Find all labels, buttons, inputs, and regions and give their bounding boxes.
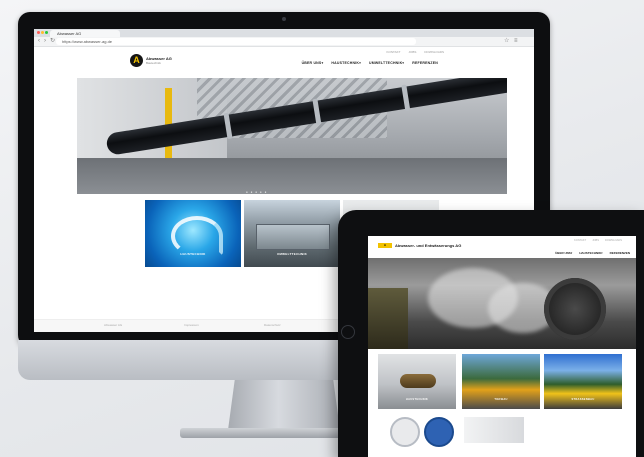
top-link[interactable]: DOWNLOADS: [605, 239, 622, 242]
brand-subtitle: Bautechnik: [146, 61, 161, 65]
tile-label: HAUSTECHNIK: [180, 252, 206, 256]
footer-item: Abwasser AG: [104, 323, 123, 327]
browser-tab-title: Abwasser AG: [57, 31, 82, 36]
ipad-device: KONTAKT JOBS DOWNLOADS A Abwasser- und E…: [338, 210, 644, 457]
tile-label: TIEFBAU: [494, 398, 508, 401]
ipad-hero-slider[interactable]: [368, 258, 636, 349]
top-link[interactable]: JOBS: [408, 50, 416, 54]
pipe-clamp: [223, 112, 233, 140]
tile-umwelttechnik[interactable]: UMWELTTECHNIK: [244, 200, 340, 267]
home-button-icon[interactable]: [341, 325, 355, 339]
reload-icon[interactable]: ↻: [50, 38, 55, 45]
brand-logo[interactable]: A: [130, 54, 143, 67]
top-link[interactable]: JOBS: [592, 239, 599, 242]
device-mockup-stage: Abwasser AG ‹ › ↻ https://www.abwasser-a…: [0, 0, 644, 457]
tile-label: UMWELTTECHNIK: [276, 252, 308, 256]
forward-icon[interactable]: ›: [44, 38, 46, 45]
nav-item-references[interactable]: REFERENZEN: [412, 61, 438, 65]
address-bar: ‹ › ↻ https://www.abwasser-ag.de ☆ ≡: [34, 37, 534, 47]
ipad-top-links: KONTAKT JOBS DOWNLOADS: [574, 239, 622, 242]
certification-seal-icon: [390, 417, 420, 447]
maximize-window-icon[interactable]: [45, 31, 48, 34]
ipad-tile-haustechnik[interactable]: HAUSTECHNIK: [378, 354, 456, 409]
ipad-brand-logo[interactable]: A: [378, 243, 392, 248]
footer-link[interactable]: Impressum: [184, 323, 199, 327]
milling-drum-image: [544, 278, 606, 340]
browser-tab[interactable]: Abwasser AG: [50, 30, 120, 37]
ipad-tile-strassenbau[interactable]: STRASSENBAU: [544, 354, 622, 409]
hero-floor: [77, 158, 507, 194]
tile-label: HAUSTECHNIK: [405, 398, 429, 401]
imac-stand: [228, 380, 340, 430]
excavator-image: [368, 288, 408, 349]
ipad-tile-tiefbau[interactable]: TIEFBAU: [462, 354, 540, 409]
tile-haustechnik[interactable]: HAUSTECHNIK: [145, 200, 241, 267]
bookmark-icon[interactable]: ☆: [504, 38, 509, 45]
top-link[interactable]: DOWNLOADS: [424, 50, 444, 54]
url-field[interactable]: https://www.abwasser-ag.de: [56, 38, 416, 45]
nav-item-house[interactable]: HAUSTECHNIK▾: [579, 251, 602, 255]
nav-item-environment[interactable]: UMWELTTECHNIK▾: [369, 61, 404, 65]
pipe-clamp: [401, 84, 411, 111]
slider-dots[interactable]: ● ● ● ● ●: [246, 190, 267, 194]
close-window-icon[interactable]: [37, 31, 40, 34]
top-link[interactable]: KONTAKT: [574, 239, 586, 242]
nav-item-house[interactable]: HAUSTECHNIK▾: [331, 61, 361, 65]
main-navigation: ÜBER UNS▾ HAUSTECHNIK▾ UMWELTTECHNIK▾ RE…: [302, 61, 438, 65]
nav-item-about[interactable]: ÜBER UNS▾: [302, 61, 324, 65]
treatment-tank-image: [256, 224, 330, 250]
roller-image: [400, 374, 436, 388]
menu-icon[interactable]: ≡: [514, 38, 518, 45]
hero-slider[interactable]: [77, 78, 507, 194]
ipad-brand-name: Abwasser- und Entwässerungs AG: [395, 243, 462, 248]
pipe-clamp: [312, 98, 322, 125]
browser-tab-bar: Abwasser AG: [34, 29, 534, 37]
nav-item-references[interactable]: REFERENZEN: [610, 251, 630, 255]
top-links: KONTAKT JOBS DOWNLOADS: [387, 50, 444, 54]
ipad-screen: KONTAKT JOBS DOWNLOADS A Abwasser- und E…: [368, 236, 636, 457]
camera-icon: [282, 17, 286, 21]
water-wave-image: [171, 216, 223, 256]
tile-label: STRASSENBAU: [571, 398, 595, 401]
ipad-main-navigation: ÜBER UNS▾ HAUSTECHNIK▾ REFERENZEN: [555, 251, 630, 255]
nav-item-about[interactable]: ÜBER UNS▾: [555, 251, 572, 255]
top-link[interactable]: KONTAKT: [387, 50, 401, 54]
site-header: KONTAKT JOBS DOWNLOADS A Abwasser AG Bau…: [34, 47, 534, 77]
footer-link[interactable]: Datenschutz: [264, 323, 281, 327]
minimize-window-icon[interactable]: [41, 31, 44, 34]
back-icon[interactable]: ‹: [38, 38, 40, 45]
quality-badge-icon: [424, 417, 454, 447]
partner-logo-image: [464, 417, 524, 443]
